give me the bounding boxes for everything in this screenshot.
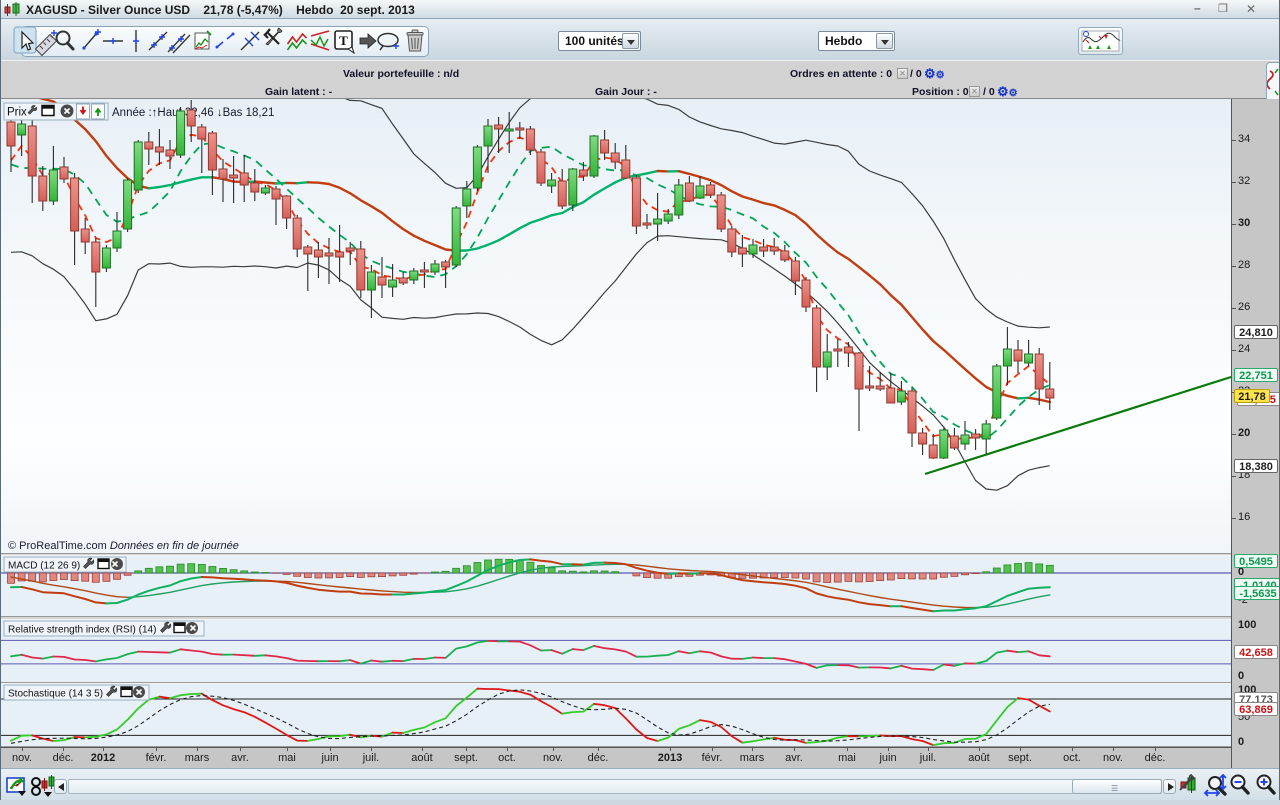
svg-text:T: T — [339, 33, 348, 48]
svg-text:Relative strength index (RSI): Relative strength index (RSI) (14) — [8, 625, 156, 636]
svg-text:Prix: Prix — [7, 107, 27, 119]
svg-text:© ProRealTime.com Données en f: © ProRealTime.com Données en fin de jour… — [8, 540, 239, 552]
svg-text:MACD (12 26 9): MACD (12 26 9) — [8, 561, 80, 572]
svg-text:Stochastique (14 3 5): Stochastique (14 3 5) — [8, 689, 103, 700]
